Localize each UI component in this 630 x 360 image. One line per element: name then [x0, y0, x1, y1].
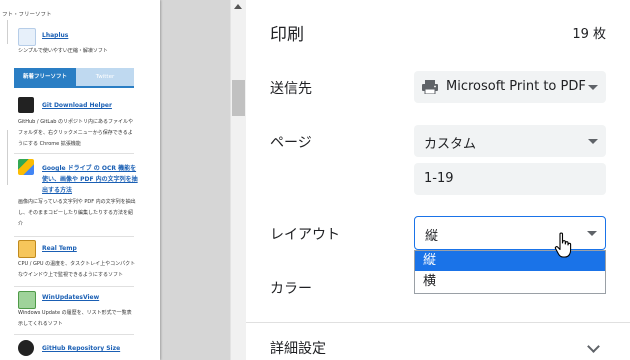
- preview-divider: [14, 334, 134, 335]
- color-label: カラー: [270, 281, 312, 297]
- print-title: 印刷: [270, 25, 304, 45]
- pages-range-value: 1-19: [424, 171, 454, 186]
- settings-scrollbar[interactable]: [230, 0, 246, 360]
- preview-rule: [7, 130, 8, 185]
- printer-icon: [422, 80, 438, 94]
- preview-item-desc: 画像内に写っている文字列や PDF 内の文字列を抽出し、そのままコピーしたり編集…: [18, 199, 136, 227]
- layout-option-portrait[interactable]: 縦: [415, 251, 605, 271]
- chevron-down-icon: [588, 85, 598, 90]
- preview-page: フト・フリーソフト Lhaplus シンプルで使いやすい圧縮・解凍ソフト 新着フ…: [0, 0, 160, 360]
- github-icon: [18, 97, 34, 113]
- preview-divider: [14, 236, 134, 237]
- pages-range-input[interactable]: 1-19: [414, 163, 606, 195]
- chevron-down-icon[interactable]: [587, 340, 600, 353]
- preview-tabs: 新着フリーソフト Twitter: [14, 68, 134, 88]
- scroll-up-arrow-icon[interactable]: [234, 4, 242, 9]
- preview-item-desc: CPU / GPU の温度を、タスクトレイ上やコンパクトなウインドウ上で監視でき…: [18, 261, 136, 278]
- real-temp-icon: [18, 240, 36, 258]
- section-divider: [246, 322, 630, 323]
- print-preview-area: フト・フリーソフト Lhaplus シンプルで使いやすい圧縮・解凍ソフト 新着フ…: [0, 0, 230, 360]
- github-icon: [18, 340, 34, 356]
- chevron-down-icon: [587, 231, 597, 236]
- pages-label: ページ: [270, 135, 312, 151]
- layout-dropdown-list: 縦 横: [414, 250, 606, 294]
- preview-item-title: GitHub Repository Size: [42, 345, 121, 352]
- preview-item-title: Google ドライブ の OCR 機能を使い、画像や PDF 内の文字列を抽出…: [42, 165, 138, 194]
- lhaplus-icon: [18, 28, 36, 46]
- layout-select[interactable]: 縦: [414, 216, 606, 250]
- preview-breadcrumb: フト・フリーソフト: [2, 12, 52, 18]
- pages-value: カスタム: [424, 137, 477, 152]
- destination-select[interactable]: Microsoft Print to PDF: [414, 71, 606, 103]
- destination-value: Microsoft Print to PDF: [446, 79, 586, 94]
- layout-label: レイアウト: [270, 227, 340, 243]
- preview-tab-twitter: Twitter: [76, 68, 134, 86]
- hand-pointer-cursor-icon: [554, 232, 572, 258]
- preview-item-desc: GitHub / GitLab のリポジトリ内にあるファイルやフォルダを、右クリ…: [18, 119, 134, 147]
- preview-item-title: WinUpdatesView: [42, 294, 100, 301]
- preview-item-desc: Windows Update の履歴を、リスト形式で一覧表示してくれるソフト: [18, 310, 132, 327]
- print-settings-panel: 印刷 19 枚 送信先 Microsoft Print to PDF ページ カ…: [246, 0, 630, 360]
- winupdatesview-icon: [18, 291, 36, 309]
- preview-item-desc: シンプルで使いやすい圧縮・解凍ソフト: [18, 48, 108, 54]
- scroll-thumb[interactable]: [232, 80, 245, 116]
- layout-value: 縦: [425, 229, 439, 244]
- preview-divider: [14, 153, 134, 154]
- preview-item-title: Git Download Helper: [42, 102, 112, 109]
- pages-select[interactable]: カスタム: [414, 125, 606, 157]
- more-settings[interactable]: 詳細設定: [270, 338, 326, 358]
- google-drive-icon: [18, 159, 34, 175]
- preview-tab-new: 新着フリーソフト: [14, 68, 76, 86]
- sheet-count: 19 枚: [572, 27, 606, 42]
- chevron-down-icon: [588, 139, 598, 144]
- layout-option-landscape[interactable]: 横: [415, 272, 605, 292]
- preview-item-title: Real Temp: [42, 245, 77, 252]
- preview-rule: [7, 20, 8, 44]
- preview-divider: [14, 286, 134, 287]
- preview-item-title: Lhaplus: [42, 32, 69, 39]
- destination-label: 送信先: [270, 81, 312, 97]
